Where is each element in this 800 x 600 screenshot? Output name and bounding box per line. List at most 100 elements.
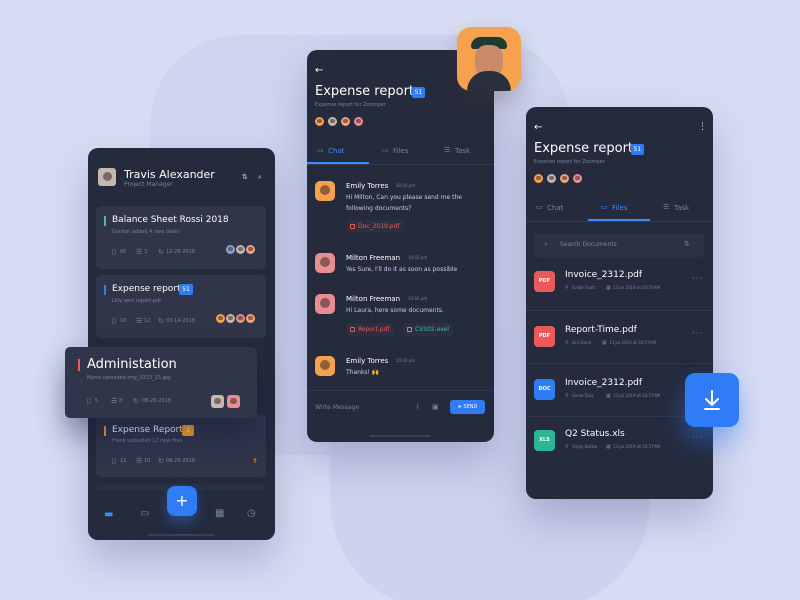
project-card[interactable]: Expense report 51 Lilly sent report.pdf … xyxy=(96,275,266,338)
send-button[interactable]: ➤ SEND xyxy=(450,400,485,414)
attachment-chip[interactable]: Report.pdf xyxy=(346,323,394,336)
upload-icon: ⇪ xyxy=(252,457,258,465)
card-title: Expense Report xyxy=(112,425,183,435)
card-date: 03-14-2018 xyxy=(166,318,196,324)
tab-files[interactable]: Files xyxy=(393,147,408,155)
tab-task[interactable]: Task xyxy=(455,147,470,155)
chat-icon[interactable]: ▭ xyxy=(140,509,149,519)
search-icon: ⌕ xyxy=(544,240,548,248)
tab-chat[interactable]: Chat xyxy=(328,147,344,155)
card-subtitle: Frank uploaded 12 new files xyxy=(112,438,183,444)
unread-badge: 3 xyxy=(182,425,194,436)
task-icon: ☰ xyxy=(136,457,143,465)
file-row[interactable]: PDF Report-Time.pdf ⚲ Ora Dunn ▦ 13 Jul … xyxy=(526,310,713,363)
project-card[interactable]: Balance Sheet Rossi 2018 Gordon added 4 … xyxy=(96,206,266,269)
attachment-chip[interactable]: CV302.exel xyxy=(403,323,453,336)
tab-chat[interactable]: Chat xyxy=(547,204,563,212)
download-icon xyxy=(704,390,720,410)
file-icon: ▯ xyxy=(112,248,116,256)
member-avatar xyxy=(547,174,556,183)
more-icon[interactable]: ··· xyxy=(692,433,704,443)
message-text: following documents? xyxy=(346,205,412,212)
member-avatar xyxy=(211,395,224,408)
more-icon[interactable]: ··· xyxy=(692,329,704,339)
project-card-floating[interactable]: Administation Mario uploaded Img_2323_23… xyxy=(65,347,257,418)
search-bar[interactable]: ⌕ Search Documents ⇅ xyxy=(534,233,704,257)
card-title: Balance Sheet Rossi 2018 xyxy=(112,215,229,225)
search-input[interactable]: Search Documents xyxy=(560,241,617,248)
chat-title: Expense report xyxy=(315,84,415,99)
user-icon: ⚲ xyxy=(565,393,569,399)
file-row[interactable]: PDF Invoice_2312.pdf ⚲ Isaiah Scott ▦ 13… xyxy=(526,257,713,310)
attachment-chip[interactable]: Doc_2019.pdf xyxy=(346,220,404,233)
tab-task[interactable]: Task xyxy=(674,204,689,212)
file-author: Isaiah Scott xyxy=(572,285,596,290)
user-avatar[interactable] xyxy=(98,168,116,186)
sender-avatar xyxy=(315,356,335,376)
doc-file-icon: DOC xyxy=(534,379,555,400)
user-icon: ⚲ xyxy=(565,444,569,450)
tab-bar: ▭ Chat ▭ Files ☰ Task xyxy=(307,138,494,165)
more-vertical-icon[interactable]: ⋮ xyxy=(698,123,707,132)
file-name: Report-Time.pdf xyxy=(565,325,637,335)
clock-icon[interactable]: ◷ xyxy=(247,509,256,519)
member-avatar xyxy=(315,117,324,126)
chat-subtitle: Expense report for Zoomper xyxy=(315,102,386,108)
member-avatar xyxy=(226,314,235,323)
folder-icon[interactable]: ▬ xyxy=(104,510,113,520)
tab-active-indicator xyxy=(588,219,650,221)
card-accent xyxy=(78,359,80,371)
file-date: 13 Jul 2019 at 03:57AM xyxy=(613,444,660,449)
member-avatar xyxy=(246,314,255,323)
project-card[interactable]: Expense Report 3 Frank uploaded 12 new f… xyxy=(96,414,266,477)
message-input[interactable]: Write Message xyxy=(315,404,359,411)
tab-active-indicator xyxy=(307,162,369,164)
attach-icon[interactable]: ⌇ xyxy=(416,403,419,412)
download-button[interactable] xyxy=(685,373,739,427)
calendar-icon[interactable]: ▦ xyxy=(215,509,224,519)
unread-badge: 51 xyxy=(179,284,193,295)
member-avatar xyxy=(560,174,569,183)
file-date: 13 Jul 2019 at 03:57AM xyxy=(613,393,660,398)
task-icon: ☰ xyxy=(111,397,118,405)
member-avatar xyxy=(534,174,543,183)
unread-badge: 51 xyxy=(631,144,644,155)
member-avatar xyxy=(226,245,235,254)
file-icon: ▯ xyxy=(87,397,91,405)
folder-icon: ▭ xyxy=(382,146,389,154)
task-icon: ☰ xyxy=(136,317,143,325)
sort-icon[interactable]: ⇅ xyxy=(684,240,690,249)
refresh-icon: ↻ xyxy=(158,317,164,325)
files-screen: ← ⋮ Expense report 51 Expense report for… xyxy=(526,107,713,499)
card-subtitle: Mario uploaded Img_2323_23.jpg xyxy=(87,375,171,381)
file-icon: ▯ xyxy=(112,457,116,465)
image-icon[interactable]: ▣ xyxy=(432,403,439,412)
member-avatar xyxy=(236,245,245,254)
send-label: SEND xyxy=(463,404,478,410)
refresh-icon: ↻ xyxy=(158,248,164,256)
card-accent xyxy=(104,216,106,226)
message-time: 10:02 pm xyxy=(396,183,416,188)
add-button[interactable]: + xyxy=(167,486,197,516)
files-subtitle: Expense report for Zoomper xyxy=(534,159,605,165)
profile-photo xyxy=(457,27,521,91)
task-icon: ☰ xyxy=(136,248,143,256)
file-date: 13 Jul 2019 at 03:57AM xyxy=(609,340,656,345)
xls-file-icon: XLS xyxy=(534,430,555,451)
card-subtitle: Gordon added 4 new tasks xyxy=(112,229,179,235)
attachment-name: CV302.exel xyxy=(415,326,449,333)
file-icon: ▯ xyxy=(112,317,116,325)
sort-icon[interactable]: ⇅ xyxy=(242,173,248,182)
search-icon[interactable]: ⌕ xyxy=(258,173,262,182)
back-arrow-icon[interactable]: ← xyxy=(315,66,323,76)
sender-avatar xyxy=(315,253,335,273)
task-icon: ☰ xyxy=(663,203,670,211)
task-count: 12 xyxy=(144,318,151,324)
file-name: Invoice_2312.pdf xyxy=(565,270,643,280)
more-icon[interactable]: ··· xyxy=(692,274,704,284)
card-date: 08-26-2018 xyxy=(166,458,196,464)
sender-name: Emily Torres xyxy=(346,182,389,190)
chat-icon: ▭ xyxy=(536,203,543,211)
back-arrow-icon[interactable]: ← xyxy=(534,123,542,133)
tab-files[interactable]: Files xyxy=(612,204,627,212)
